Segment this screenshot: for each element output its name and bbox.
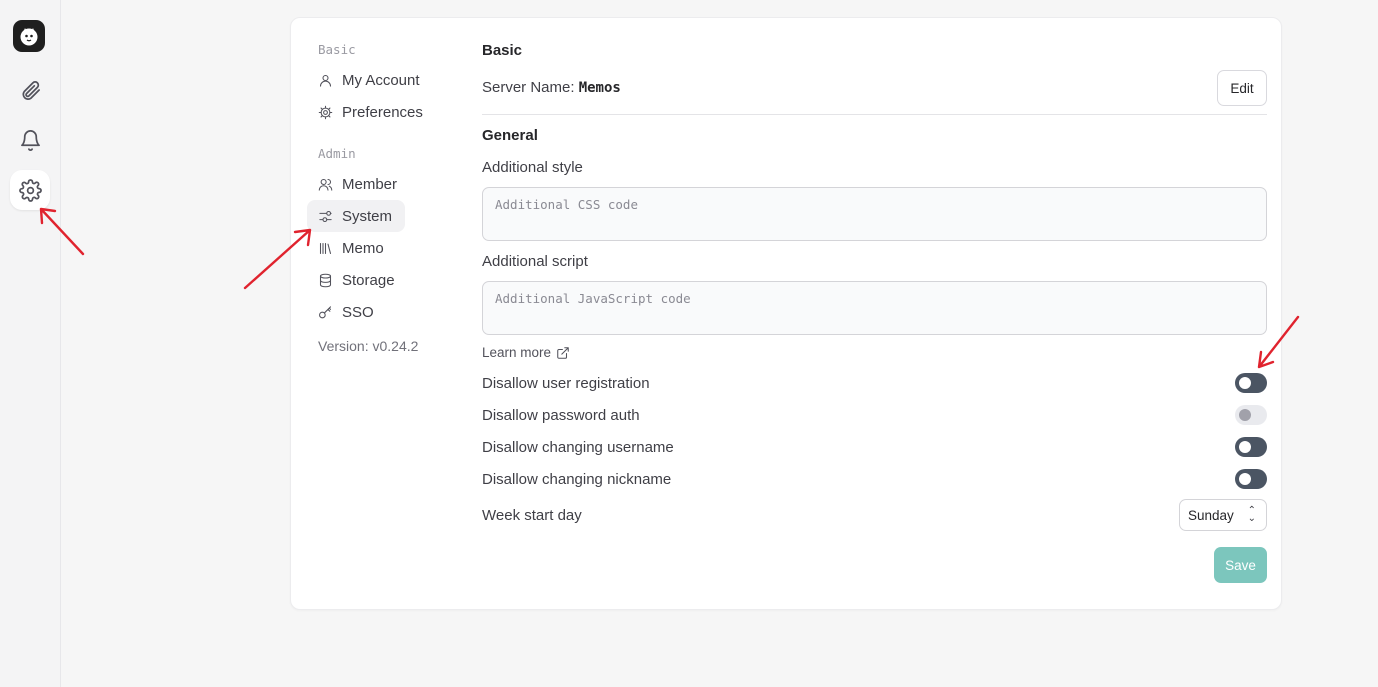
paperclip-icon [21,80,40,100]
nav-item-preferences[interactable]: Preferences [307,96,436,128]
nav-item-storage[interactable]: Storage [307,264,408,296]
learn-more-link[interactable]: Learn more [482,345,570,360]
toggle-label-disallow-registration: Disallow user registration [482,375,650,392]
nav-item-label: My Account [342,71,420,89]
nav-item-system[interactable]: System [307,200,406,232]
nav-item-sso[interactable]: SSO [307,296,387,328]
user-icon [319,74,332,87]
toggle-label-disallow-changing-nickname: Disallow changing nickname [482,471,672,488]
rail-notifications-button[interactable] [10,120,50,160]
annotation-arrow-system [243,228,312,290]
additional-js-textarea[interactable]: Additional JavaScript code [482,281,1267,335]
chevron-up-down-icon: ⌃ ⌄ [1247,505,1256,524]
server-name-row: Server Name: Memos [482,79,621,96]
toggle-label-disallow-changing-username: Disallow changing username [482,439,674,456]
additional-script-label: Additional script [482,253,588,270]
users-icon [318,178,333,191]
nav-item-memo[interactable]: Memo [307,232,397,264]
sliders-icon [319,210,332,222]
nav-item-member[interactable]: Member [307,168,410,200]
server-name-value: Memos [578,80,621,96]
additional-css-textarea[interactable]: Additional CSS code [482,187,1267,241]
annotation-arrow-settings [39,207,85,256]
version-text: Version: v0.24.2 [318,338,419,354]
external-link-icon [557,346,569,359]
learn-more-label: Learn more [482,345,552,360]
rail-resources-button[interactable] [10,70,50,110]
divider [482,114,1267,115]
nav-group-basic: Basic [318,42,356,57]
library-icon [319,242,332,254]
nav-item-label: SSO [342,303,374,321]
left-rail [0,0,61,687]
save-button[interactable]: Save [1214,547,1267,583]
nav-group-admin: Admin [318,146,356,161]
additional-style-label: Additional style [482,159,583,176]
section-title-basic: Basic [482,42,523,59]
key-icon [319,305,332,318]
nav-item-label: System [342,207,393,225]
nav-item-label: Preferences [342,103,423,121]
gear-icon [18,178,42,202]
disallow-password-auth-toggle[interactable] [1235,405,1267,425]
edit-server-name-button[interactable]: Edit [1217,70,1267,106]
server-name-label: Server Name: [482,79,575,96]
nav-item-label: Storage [342,271,395,289]
section-title-general: General [482,127,538,144]
toggle-label-disallow-password-auth: Disallow password auth [482,407,640,424]
bell-icon [20,129,40,151]
app-logo[interactable] [13,20,45,52]
nav-item-label: Memo [342,239,384,257]
week-start-day-value: Sunday [1188,507,1234,523]
week-start-day-label: Week start day [482,507,582,524]
settings-card: Basic My Account Preferences Admin Membe… [290,17,1282,610]
disallow-changing-nickname-toggle[interactable] [1235,469,1267,489]
disallow-changing-username-toggle[interactable] [1235,437,1267,457]
database-icon [319,273,332,287]
memos-logo-icon [20,28,38,46]
cog-icon [318,105,333,119]
nav-item-my-account[interactable]: My Account [307,64,433,96]
week-start-day-select[interactable]: Sunday ⌃ ⌄ [1179,499,1267,531]
nav-item-label: Member [342,175,398,193]
annotation-arrow-toggle [1257,315,1300,369]
disallow-registration-toggle[interactable] [1235,373,1267,393]
